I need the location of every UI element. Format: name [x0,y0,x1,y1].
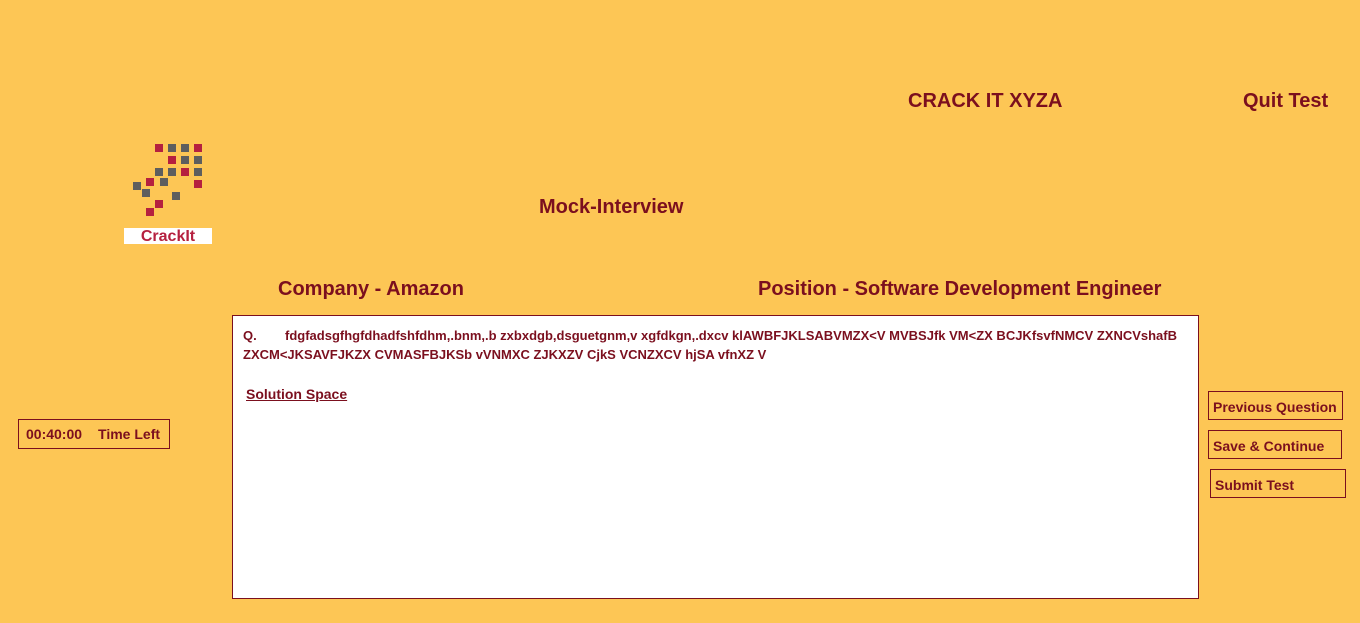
header-brand: CRACK IT XYZA [908,90,1063,112]
position-label: Position - Software Development Engineer [758,278,1162,300]
question-number: Q. [243,328,257,343]
question-text-block: Q. fdgfadsgfhgfdhadfshfdhm,.bnm,.b zxbxdg… [243,326,1183,364]
company-label: Company - Amazon [278,278,464,300]
solution-space-label[interactable]: Solution Space [246,386,347,402]
page-title: Mock-Interview [539,196,684,218]
crackit-logo-mark: CrackIt [124,144,212,245]
save-continue-button[interactable]: Save & Continue [1208,430,1342,459]
submit-test-button[interactable]: Submit Test [1210,469,1346,498]
timer-value: 00:40:00 [26,426,83,442]
solution-input[interactable] [243,411,1187,590]
timer-box: 00:40:00 Time Left [18,419,170,449]
crackit-logo: CrackIt [124,142,214,248]
question-panel: Q. fdgfadsgfhgfdhadfshfdhm,.bnm,.b zxbxdg… [232,315,1199,599]
logo-wordmark: CrackIt [141,228,196,245]
quit-test-link[interactable]: Quit Test [1243,90,1328,113]
question-text: fdgfadsgfhgfdhadfshfdhm,.bnm,.b zxbxdgb,… [243,328,1178,362]
previous-question-button[interactable]: Previous Question [1208,391,1343,420]
timer-label: Time Left [98,426,161,442]
